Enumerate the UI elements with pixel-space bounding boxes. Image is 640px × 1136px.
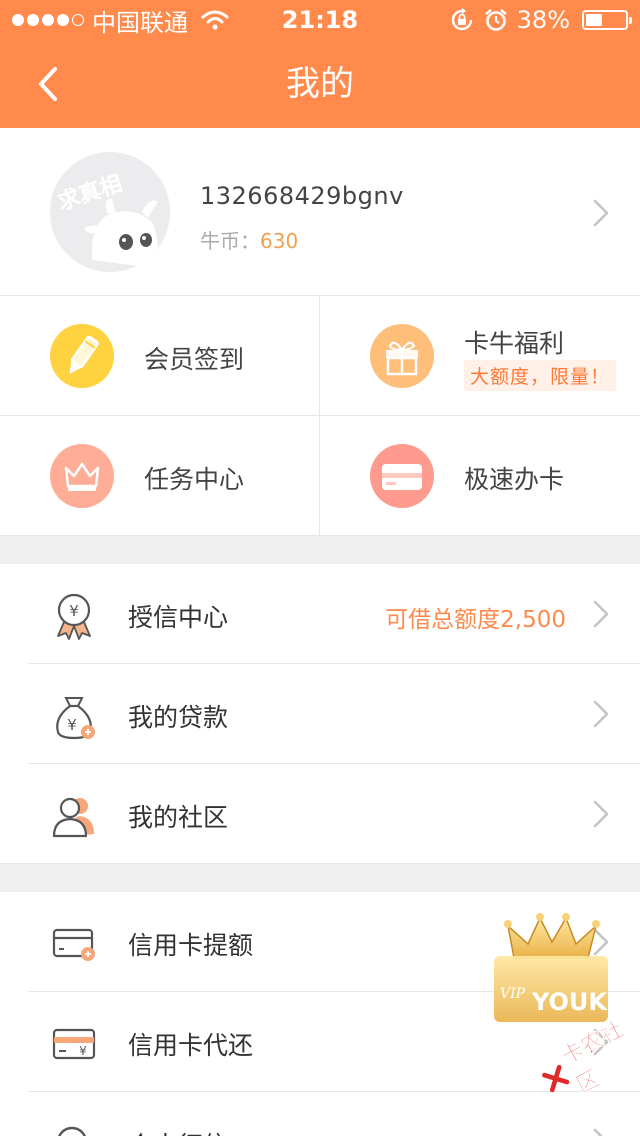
vip-crown-badge[interactable]: VIP YOUKU — [492, 912, 610, 1024]
menu-item-label: 个人征信 — [128, 1126, 228, 1136]
quick-action-label: 任务中心 — [144, 465, 245, 494]
crown-icon — [50, 444, 114, 508]
menu-group-credit: ¥ 授信中心 可借总额度2,500 ¥ 我的贷款 我的社区 — [0, 564, 640, 864]
card-yen-icon: ¥ — [52, 1028, 96, 1060]
battery-fill — [586, 14, 602, 26]
people-icon — [52, 797, 94, 838]
svg-text:¥: ¥ — [79, 1044, 87, 1058]
quick-action-card-apply[interactable]: 极速办卡 — [320, 416, 640, 536]
quick-action-welfare[interactable]: 卡牛福利 大额度，限量！ — [320, 296, 640, 416]
medal-icon: ¥ — [57, 593, 91, 640]
card-plus-icon — [52, 928, 95, 961]
chevron-right-icon — [593, 199, 609, 227]
menu-item-my-loans[interactable]: ¥ 我的贷款 — [0, 664, 640, 764]
chevron-right-icon — [593, 600, 609, 628]
battery-percent: 38% — [516, 6, 570, 34]
alarm-icon — [484, 8, 507, 31]
quick-action-label: 会员签到 — [144, 345, 245, 374]
pencil-icon — [50, 324, 114, 388]
promo-badge: 大额度，限量！ — [464, 360, 617, 391]
orientation-lock-icon — [451, 8, 472, 31]
profile-card[interactable]: 求真相 132668429bgnv 牛币：630 — [0, 128, 640, 296]
gift-icon — [370, 324, 434, 388]
menu-item-label: 信用卡提额 — [128, 931, 254, 960]
svg-text:¥: ¥ — [69, 602, 79, 620]
chevron-right-icon — [593, 800, 609, 828]
quick-actions-grid: 会员签到 卡牛福利 大额度，限量！ 任务中心 极速办卡 — [0, 296, 640, 536]
card-icon — [370, 444, 434, 508]
quick-action-label: 卡牛福利 — [464, 329, 565, 358]
search-icon — [58, 1126, 86, 1136]
credit-limit-value: 可借总额度2,500 — [385, 607, 566, 633]
quick-action-tasks[interactable]: 任务中心 — [0, 416, 320, 536]
chevron-right-icon — [593, 700, 609, 728]
menu-item-credit-center[interactable]: ¥ 授信中心 可借总额度2,500 — [0, 564, 640, 664]
nav-bar: 我的 — [0, 40, 640, 128]
menu-item-label: 信用卡代还 — [128, 1031, 254, 1060]
status-right: 38% — [449, 6, 632, 34]
money-bag-icon: ¥ — [56, 697, 95, 740]
coin-label: 牛币： — [200, 229, 260, 253]
coin-value: 630 — [260, 229, 299, 253]
cow-avatar-icon: 求真相 — [50, 152, 170, 272]
status-bar: 中国联通 21:18 38% — [0, 0, 640, 40]
menu-item-label: 授信中心 — [128, 603, 229, 632]
page-title: 我的 — [286, 64, 354, 104]
quick-action-label: 极速办卡 — [464, 465, 565, 494]
chevron-right-icon — [593, 1128, 603, 1136]
menu-item-community[interactable]: 我的社区 — [0, 764, 640, 864]
coin-balance: 牛币：630 — [200, 225, 298, 254]
avatar[interactable]: 求真相 — [50, 152, 170, 272]
menu-item-credit-report[interactable]: 个人征信 — [0, 1092, 640, 1136]
battery-icon — [582, 10, 632, 30]
menu-item-label: 我的社区 — [128, 803, 229, 832]
svg-text:¥: ¥ — [67, 716, 77, 734]
svg-text:YOUKU: YOUKU — [531, 988, 610, 1016]
quick-action-checkin[interactable]: 会员签到 — [0, 296, 320, 416]
svg-text:VIP: VIP — [500, 986, 526, 1002]
menu-item-label: 我的贷款 — [128, 703, 229, 732]
username: 132668429bgnv — [200, 182, 404, 210]
